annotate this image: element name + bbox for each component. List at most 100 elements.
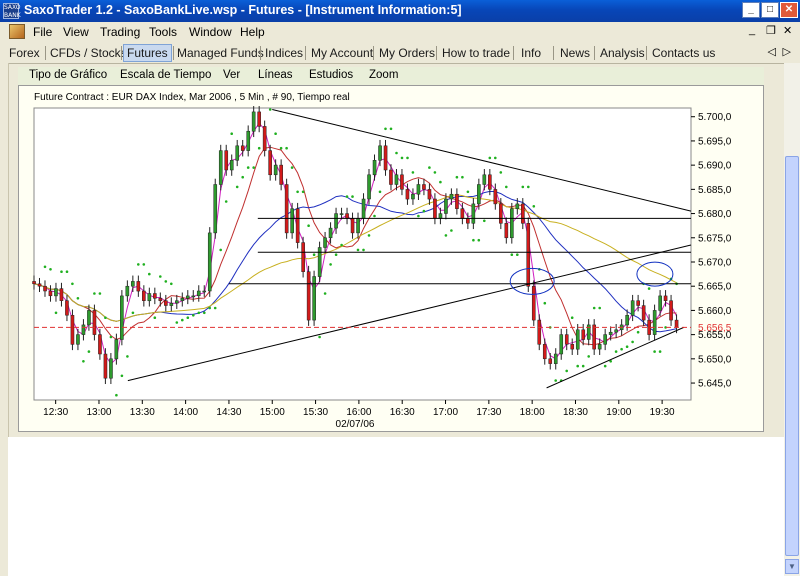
x-tick-label: 16:00 [346,407,371,418]
candle-body [334,213,338,229]
candle-body [32,281,36,285]
time-scale-menu[interactable]: Escala de Tiempo [120,69,211,81]
tab-analysis[interactable]: Analysis [597,45,648,61]
tab-futures[interactable]: Futures [123,44,172,62]
minimize-button[interactable]: _ [742,2,760,18]
x-tick-label: 18:00 [520,407,545,418]
candle-body [378,145,382,161]
scrollbar-thumb[interactable] [785,156,799,556]
tab-contacts-us[interactable]: Contacts us [649,45,718,61]
tab-my-orders[interactable]: My Orders [376,45,438,61]
chart-area[interactable]: Future Contract : EUR DAX Index, Mar 200… [18,85,764,432]
tab-news[interactable]: News [557,45,593,61]
candle-body [564,334,569,345]
mdi-minimize-button[interactable]: _ [749,24,755,36]
scroll-down-button[interactable]: ▼ [785,559,799,574]
price-chart[interactable]: Future Contract : EUR DAX Index, Mar 200… [19,86,763,431]
sar-dot [192,314,195,317]
app-logo-icon[interactable]: SAXO BANK [3,3,21,19]
candle-body [537,319,542,345]
tab-my-account[interactable]: My Account [308,45,376,61]
menu-file[interactable]: File [33,25,52,39]
sar-dot [488,156,492,160]
sar-dot [170,282,173,286]
close-button[interactable]: ✕ [780,2,798,18]
lines-menu[interactable]: Líneas [258,69,293,81]
sar-dot [312,253,316,256]
candle-body [422,184,426,190]
candle-body [625,315,629,326]
sar-dot [49,268,52,271]
tab-indices[interactable]: Indices [262,45,306,61]
candle-body [663,295,668,301]
candle-body [614,329,618,333]
sar-dot [257,146,261,150]
candle-body [383,145,388,171]
y-axis: 5.700,0 5.695,0 5.690,0 5.685,0 5.680,0 5.675… [691,112,732,390]
sar-dot [532,205,536,208]
mdi-close-button[interactable]: ✕ [783,24,792,37]
sar-dot [213,306,217,310]
sar-dot [104,316,107,319]
candle-body [658,295,662,311]
sar-dot [285,146,288,150]
nav-scroll-right-icon[interactable]: ▷ [783,45,791,58]
y-tick-label: 5.670,0 [698,257,732,268]
tab-managed-funds[interactable]: Managed Funds [174,45,267,61]
candle-body [290,208,294,234]
menu-window[interactable]: Window [189,25,232,39]
sar-dot [653,350,656,353]
menu-view[interactable]: View [63,25,89,39]
nav-separator [305,46,306,60]
tab-info[interactable]: Info [518,45,544,61]
y-tick-label: 5.690,0 [698,161,732,172]
candle-body [405,189,410,200]
candle-body [98,334,102,355]
sar-dot [466,190,470,194]
tab-forex[interactable]: Forex [6,45,43,61]
sar-dot [181,318,184,322]
candle-body [207,232,212,292]
nav-scroll-left-icon[interactable]: ◁ [768,45,776,58]
candle-body [153,293,157,299]
candle-body [59,288,64,301]
candle-body [356,218,360,234]
sar-dot [186,316,190,319]
zoom-menu[interactable]: Zoom [369,69,398,81]
sar-dot [279,146,283,150]
candle-body [251,111,256,132]
plot-area[interactable] [33,107,692,401]
menu-help[interactable]: Help [240,25,265,39]
view-menu[interactable]: Ver [223,69,240,81]
candle-body [433,198,437,219]
sar-dot [307,224,310,227]
sar-dot [527,185,530,189]
sar-dot [54,311,58,315]
y-tick-label: 5.680,0 [698,209,732,220]
studies-menu[interactable]: Estudios [309,69,353,81]
sar-dot [367,234,371,237]
candle-body [466,218,470,224]
nav-separator [436,46,437,60]
chart-type-menu[interactable]: Tipo de Gráfico [29,69,107,81]
sar-dot [647,287,651,290]
vertical-scrollbar[interactable]: ▼ [784,63,800,576]
nav-separator [45,46,46,60]
mdi-restore-button[interactable]: ❐ [766,24,776,37]
sar-dot [406,156,409,160]
y-tick-label: 5.645,0 [698,379,732,390]
candle-body [652,310,657,335]
maximize-button[interactable]: □ [761,2,779,18]
y-tick-label: 5.695,0 [698,136,732,147]
menu-trading[interactable]: Trading [100,25,140,39]
menu-tools[interactable]: Tools [149,25,177,39]
candle-body [559,334,564,355]
sar-dot [494,156,497,160]
sar-dot [203,311,206,315]
candle-body [37,283,42,287]
tab-how-to-trade[interactable]: How to trade [439,45,513,61]
title-bar: SAXO BANK SaxoTrader 1.2 - SaxoBankLive.… [0,0,800,22]
sar-dot [93,292,96,295]
tab-cfds-stocks[interactable]: CFDs / Stocks [47,45,130,61]
candle-body [120,295,124,340]
